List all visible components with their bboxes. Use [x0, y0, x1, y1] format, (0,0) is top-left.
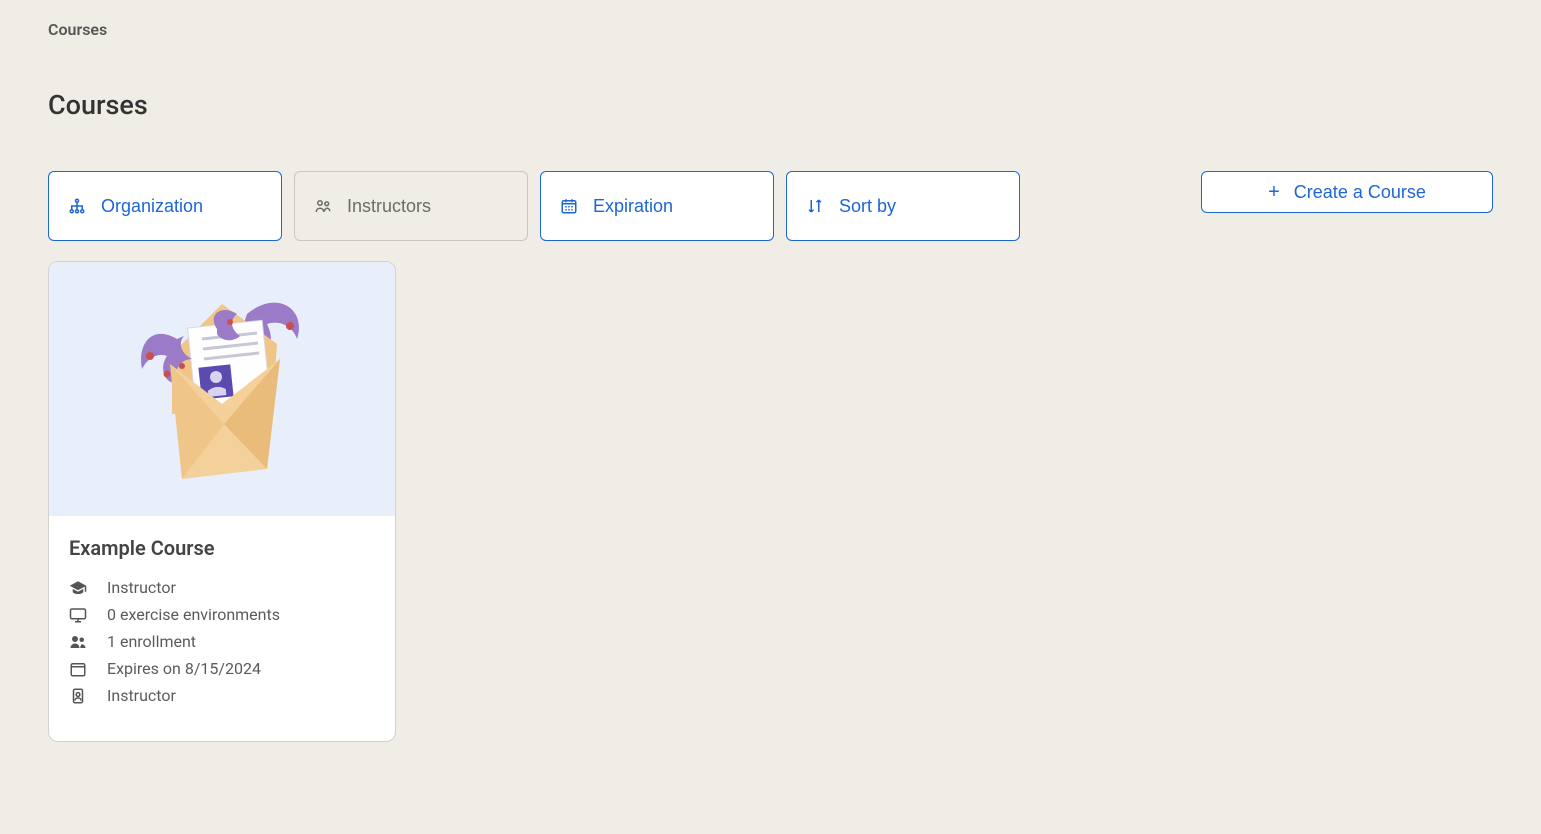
- plus-icon: +: [1268, 181, 1280, 204]
- filter-sortby-label: Sort by: [839, 196, 896, 217]
- filter-expiration[interactable]: Expiration: [540, 171, 774, 241]
- instructors-icon: [313, 196, 333, 216]
- course-card-body: Example Course Instructor: [49, 516, 395, 741]
- create-course-label: Create a Course: [1294, 182, 1426, 203]
- filter-toolbar: Organization Instructors: [48, 171, 1493, 241]
- course-enrollment: 1 enrollment: [107, 632, 196, 651]
- filter-instructors-label: Instructors: [347, 196, 431, 217]
- course-role: Instructor: [107, 578, 176, 597]
- course-owner-role: Instructor: [107, 686, 176, 705]
- course-enrollment-row: 1 enrollment: [69, 632, 375, 651]
- filter-sortby[interactable]: Sort by: [786, 171, 1020, 241]
- course-env-row: 0 exercise environments: [69, 605, 375, 624]
- filter-organization-label: Organization: [101, 196, 203, 217]
- id-badge-icon: [69, 687, 87, 705]
- course-environments: 0 exercise environments: [107, 605, 280, 624]
- course-card-image: [49, 262, 395, 516]
- monitor-icon: [69, 606, 87, 624]
- filter-expiration-label: Expiration: [593, 196, 673, 217]
- course-expires: Expires on 8/15/2024: [107, 659, 261, 678]
- calendar-outline-icon: [69, 660, 87, 678]
- calendar-icon: [559, 196, 579, 216]
- organization-icon: [67, 196, 87, 216]
- course-grid: Example Course Instructor: [48, 261, 1493, 742]
- filter-organization[interactable]: Organization: [48, 171, 282, 241]
- page-title: Courses: [48, 89, 1493, 121]
- course-expires-row: Expires on 8/15/2024: [69, 659, 375, 678]
- course-owner-row: Instructor: [69, 686, 375, 705]
- course-title: Example Course: [69, 536, 375, 560]
- breadcrumb[interactable]: Courses: [48, 20, 1493, 39]
- envelope-illustration-icon: [122, 284, 322, 494]
- course-card[interactable]: Example Course Instructor: [48, 261, 396, 742]
- sort-icon: [805, 196, 825, 216]
- create-course-button[interactable]: + Create a Course: [1201, 171, 1493, 213]
- filter-instructors: Instructors: [294, 171, 528, 241]
- users-icon: [69, 633, 87, 651]
- course-role-row: Instructor: [69, 578, 375, 597]
- graduation-cap-icon: [69, 579, 87, 597]
